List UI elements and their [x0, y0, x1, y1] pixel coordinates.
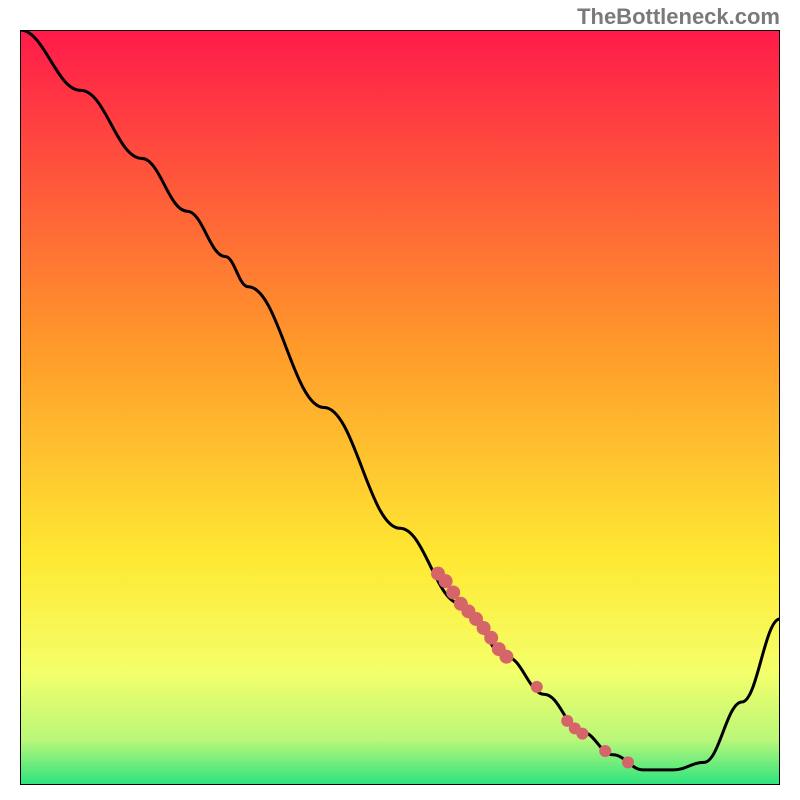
watermark-text: TheBottleneck.com: [577, 4, 780, 30]
data-point: [622, 756, 634, 768]
data-point: [576, 728, 588, 740]
chart-container: [20, 30, 780, 785]
data-point: [499, 650, 513, 664]
gradient-background: [20, 30, 780, 785]
data-point: [531, 681, 543, 693]
data-point: [599, 745, 611, 757]
bottleneck-chart: [20, 30, 780, 785]
